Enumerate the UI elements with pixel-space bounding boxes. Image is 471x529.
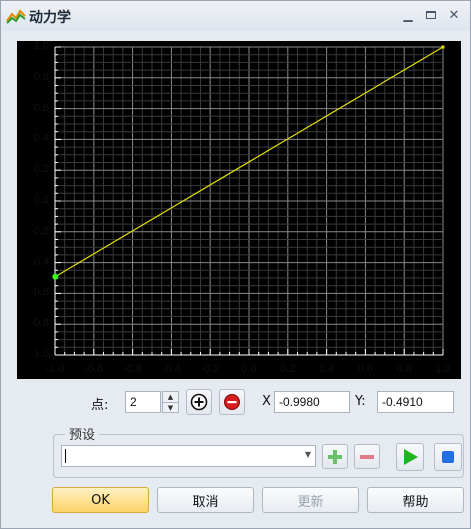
x-value-input[interactable]: -0.9980 <box>274 391 350 413</box>
x-tick-label: -0.2 <box>200 363 220 375</box>
y-tick-label: 0.6 <box>33 101 49 114</box>
window-title: 动力学 <box>29 10 71 26</box>
maximize-button[interactable] <box>422 7 440 23</box>
chart-canvas[interactable] <box>17 41 461 379</box>
point-toolbar: 点: 2 ▲ ▼ X -0.9980 Y: -0.4910 <box>1 389 470 415</box>
title-bar: 动力学 ▁ ✕ <box>1 1 470 31</box>
plus-icon <box>328 449 342 464</box>
y-tick-label: -0.8 <box>30 317 49 330</box>
add-point-button[interactable] <box>186 389 212 415</box>
selected-point <box>52 273 59 280</box>
y-label: Y: <box>355 394 366 409</box>
x-tick-label: 0.2 <box>280 363 296 375</box>
dynamics-window: 动力学 ▁ ✕ 1.0 0.8 0.6 0.4 0.2 0.0 -0.2 -0.4 -0.6 -0… <box>0 0 471 529</box>
x-tick-label: -0.6 <box>123 363 143 375</box>
y-tick-label: -0.6 <box>30 286 49 299</box>
cancel-button[interactable]: 取消 <box>157 487 254 513</box>
preset-select[interactable]: ▼ <box>61 445 316 467</box>
chart-icon <box>6 9 26 24</box>
play-icon <box>404 449 418 465</box>
preset-group-title: 预设 <box>65 424 100 443</box>
add-preset-button[interactable] <box>322 444 348 469</box>
y-tick-label: -0.4 <box>30 255 49 268</box>
stop-button[interactable] <box>434 443 462 471</box>
y-tick-label: 0.0 <box>33 194 49 206</box>
x-tick-label: 0.0 <box>241 363 257 375</box>
x-tick-label: -1.0 <box>45 363 65 375</box>
minimize-icon: ▁ <box>403 8 413 22</box>
x-tick-label: 0.4 <box>318 363 335 375</box>
point-index-stepper[interactable]: ▲ ▼ <box>162 391 179 413</box>
point-index-input[interactable]: 2 <box>125 391 161 413</box>
y-tick-label: 0.4 <box>33 132 49 145</box>
chevron-down-icon[interactable]: ▼ <box>163 402 178 412</box>
x-tick-label: 0.6 <box>357 363 374 375</box>
x-tick-label: 1.0 <box>435 363 451 375</box>
x-tick-label: -0.4 <box>161 363 181 375</box>
add-point-icon <box>190 393 208 411</box>
y-tick-label: -1.0 <box>30 348 49 360</box>
remove-preset-button[interactable] <box>354 444 380 469</box>
stop-icon <box>442 451 454 463</box>
y-value-input[interactable]: -0.4910 <box>377 391 454 413</box>
play-button[interactable] <box>396 443 424 471</box>
minimize-button[interactable]: ▁ <box>399 7 417 23</box>
maximize-icon <box>426 11 436 19</box>
close-icon: ✕ <box>448 7 460 23</box>
x-tick-label: -0.8 <box>84 363 104 375</box>
y-tick-label: 0.8 <box>33 70 49 83</box>
y-tick-label: 0.2 <box>33 163 49 176</box>
curve-point <box>441 45 445 49</box>
help-button[interactable]: 帮助 <box>367 487 464 513</box>
y-tick-label: 1.0 <box>33 40 49 52</box>
update-button[interactable]: 更新 <box>262 487 359 513</box>
remove-point-button[interactable] <box>219 389 245 415</box>
x-tick-label: 0.8 <box>396 363 412 375</box>
chevron-up-icon[interactable]: ▲ <box>163 392 178 402</box>
close-button[interactable]: ✕ <box>445 7 463 23</box>
text-cursor <box>65 449 66 463</box>
y-tick-label: -0.2 <box>30 224 49 237</box>
ok-button[interactable]: OK <box>52 487 149 513</box>
curve-editor-plot[interactable]: 1.0 0.8 0.6 0.4 0.2 0.0 -0.2 -0.4 -0.6 -0.8 -1.0 -1… <box>17 40 461 379</box>
x-label: X <box>262 394 271 409</box>
points-label: 点: <box>91 398 109 413</box>
remove-point-icon <box>224 394 240 410</box>
chevron-down-icon[interactable]: ▼ <box>305 450 311 459</box>
minus-icon <box>360 454 374 459</box>
